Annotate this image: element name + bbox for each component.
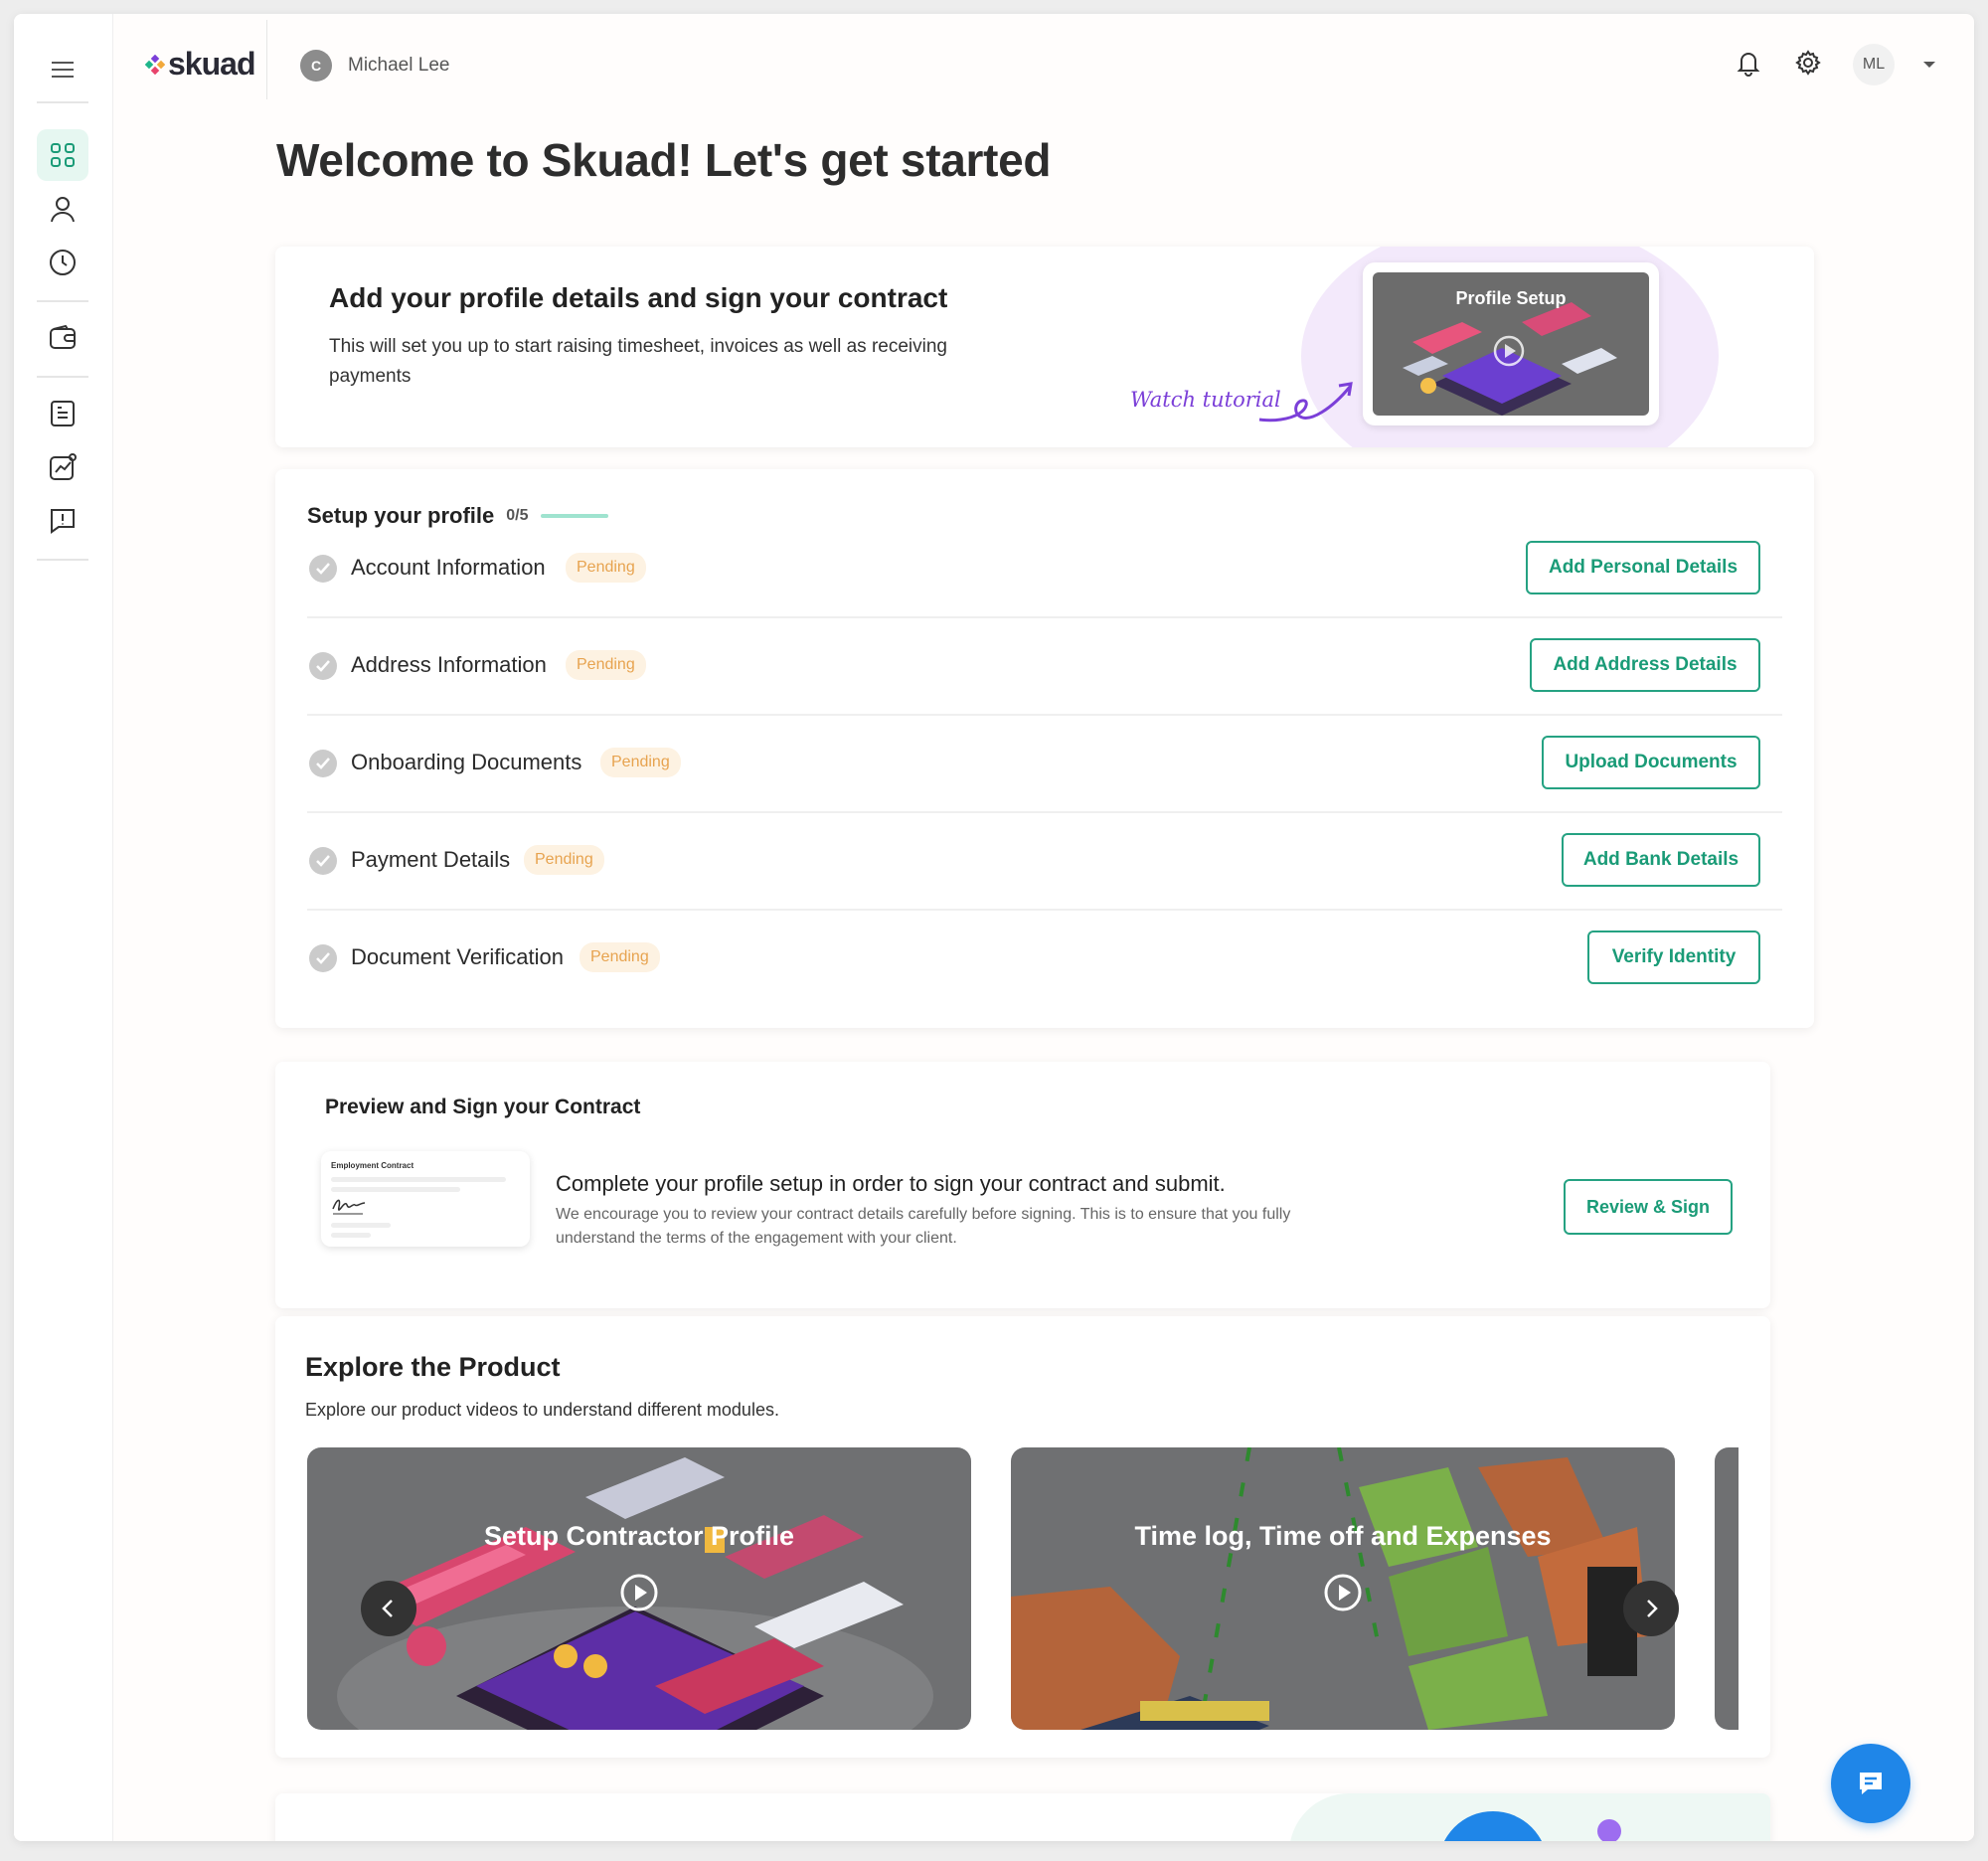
sidebar-divider bbox=[37, 101, 88, 103]
play-icon[interactable] bbox=[1323, 1573, 1363, 1612]
review-sign-button[interactable]: Review & Sign bbox=[1564, 1179, 1733, 1235]
step-label: Address Information bbox=[351, 652, 547, 677]
contract-preview[interactable]: Employment Contract bbox=[321, 1151, 530, 1247]
verify-identity-button[interactable]: Verify Identity bbox=[1587, 930, 1760, 984]
explore-subtitle: Explore our product videos to understand… bbox=[305, 1400, 779, 1420]
chat-icon bbox=[1860, 1773, 1882, 1794]
bell-icon[interactable] bbox=[1732, 46, 1765, 80]
arrow-icon bbox=[1258, 382, 1353, 423]
logo-mark-icon bbox=[145, 54, 165, 75]
status-badge: Pending bbox=[566, 650, 646, 680]
doc-line bbox=[331, 1223, 391, 1228]
clock-icon[interactable] bbox=[37, 237, 88, 288]
add-bank-details-button[interactable]: Add Bank Details bbox=[1562, 833, 1760, 887]
video-card-partial[interactable] bbox=[1715, 1447, 1739, 1730]
video-title: Profile Setup bbox=[1455, 288, 1567, 308]
check-icon bbox=[309, 944, 337, 972]
check-icon bbox=[309, 652, 337, 680]
progress-bar bbox=[540, 514, 608, 518]
feedback-icon[interactable] bbox=[37, 495, 88, 547]
logo-text: skuad bbox=[168, 46, 255, 82]
carousel-prev-button[interactable] bbox=[361, 1581, 416, 1636]
company-avatar: C bbox=[300, 50, 332, 82]
contract-card: Preview and Sign your Contract Employmen… bbox=[275, 1062, 1770, 1308]
chat-button[interactable] bbox=[1831, 1744, 1910, 1823]
profile-setup-video[interactable]: Profile Setup bbox=[1363, 262, 1659, 425]
status-badge: Pending bbox=[524, 845, 604, 875]
profile-step-row: Address Information Pending Add Address … bbox=[307, 618, 1782, 716]
step-label: Onboarding Documents bbox=[351, 750, 582, 774]
sidebar-divider bbox=[37, 300, 88, 302]
video-card[interactable]: Time log, Time off and Expenses bbox=[1011, 1447, 1675, 1730]
add-address-details-button[interactable]: Add Address Details bbox=[1530, 638, 1760, 692]
carousel-next-button[interactable] bbox=[1623, 1581, 1679, 1636]
check-icon bbox=[309, 555, 337, 583]
intro-card: Add your profile details and sign your c… bbox=[275, 247, 1814, 447]
header-divider bbox=[266, 20, 267, 99]
explore-title: Explore the Product bbox=[305, 1352, 561, 1382]
gear-icon[interactable] bbox=[1791, 46, 1825, 80]
company-name: Michael Lee bbox=[348, 55, 450, 76]
profile-step-row: Document Verification Pending Verify Ide… bbox=[307, 911, 1782, 1008]
explore-card: Explore the Product Explore our product … bbox=[275, 1316, 1770, 1758]
play-icon[interactable] bbox=[619, 1573, 659, 1612]
document-icon[interactable] bbox=[37, 388, 88, 439]
intro-title: Add your profile details and sign your c… bbox=[329, 282, 948, 313]
status-badge: Pending bbox=[600, 748, 681, 777]
add-personal-details-button[interactable]: Add Personal Details bbox=[1526, 541, 1760, 594]
step-label: Account Information bbox=[351, 555, 546, 580]
chevron-down-icon[interactable] bbox=[1914, 50, 1944, 80]
dashboard-icon[interactable] bbox=[37, 129, 88, 181]
page-title: Welcome to Skuad! Let's get started bbox=[276, 134, 1052, 186]
check-icon bbox=[309, 847, 337, 875]
doc-line bbox=[331, 1177, 506, 1182]
video-thumbnail: Profile Setup bbox=[1373, 272, 1649, 416]
check-icon bbox=[309, 750, 337, 777]
user-icon[interactable] bbox=[37, 183, 88, 235]
company-switcher[interactable]: C Michael Lee bbox=[300, 50, 449, 82]
contract-doc-label: Employment Contract bbox=[331, 1161, 414, 1170]
video-title: Setup Contractor Profile bbox=[483, 1521, 795, 1551]
profile-step-row: Onboarding Documents Pending Upload Docu… bbox=[307, 716, 1782, 813]
menu-icon[interactable] bbox=[37, 44, 88, 95]
status-badge: Pending bbox=[566, 553, 646, 583]
app-window: skuad C Michael Lee ML Welcome to Skuad!… bbox=[14, 14, 1974, 1841]
sidebar-divider bbox=[37, 376, 88, 378]
decorative-dot bbox=[1597, 1819, 1621, 1841]
next-section-card bbox=[275, 1793, 1770, 1841]
chevron-right-icon bbox=[1647, 1600, 1658, 1617]
signature-icon bbox=[332, 1199, 366, 1215]
sidebar-divider bbox=[37, 559, 88, 561]
wallet-icon[interactable] bbox=[37, 312, 88, 364]
intro-description: This will set you up to start raising ti… bbox=[329, 336, 947, 387]
profile-step-row: Payment Details Pending Add Bank Details bbox=[307, 813, 1782, 911]
video-title: Time log, Time off and Expenses bbox=[1134, 1521, 1552, 1551]
profile-step-row: Account Information Pending Add Personal… bbox=[307, 521, 1782, 618]
analytics-icon[interactable] bbox=[37, 441, 88, 493]
contract-title: Preview and Sign your Contract bbox=[325, 1096, 641, 1118]
chevron-left-icon bbox=[382, 1600, 393, 1617]
contract-sub-text: We encourage you to review your contract… bbox=[556, 1206, 1291, 1247]
sidebar bbox=[14, 14, 113, 1841]
play-icon[interactable] bbox=[1492, 334, 1526, 368]
setup-profile-card: Setup your profile 0/5 Account Informati… bbox=[275, 469, 1814, 1028]
step-label: Document Verification bbox=[351, 944, 564, 969]
upload-documents-button[interactable]: Upload Documents bbox=[1542, 736, 1760, 789]
contract-main-text: Complete your profile setup in order to … bbox=[556, 1171, 1226, 1196]
skuad-logo[interactable]: skuad bbox=[145, 46, 255, 83]
user-avatar[interactable]: ML bbox=[1853, 44, 1895, 85]
step-label: Payment Details bbox=[351, 847, 511, 872]
doc-line bbox=[331, 1233, 371, 1238]
doc-line bbox=[331, 1187, 460, 1192]
status-badge: Pending bbox=[580, 942, 660, 972]
